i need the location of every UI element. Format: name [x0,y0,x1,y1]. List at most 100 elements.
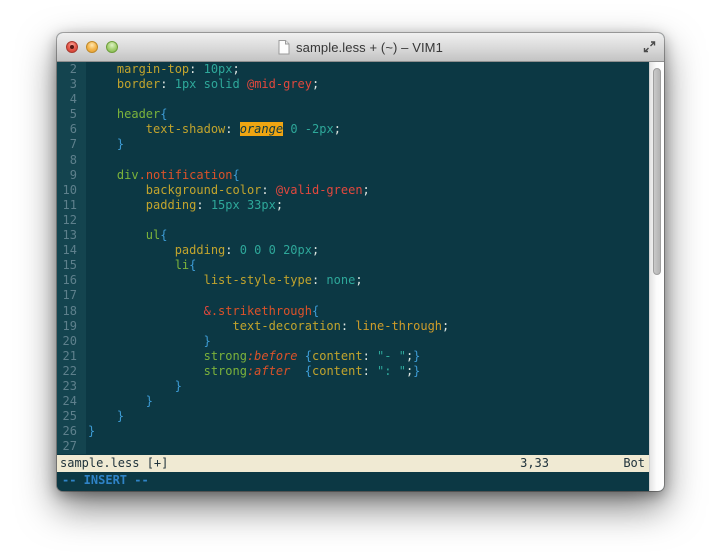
code-line: 19 text-decoration: line-through; [57,319,649,334]
code-text: border: 1px solid @mid-grey; [86,77,649,92]
code-text: ul{ [86,228,649,243]
line-number: 26 [57,424,86,439]
code-line: 14 padding: 0 0 0 20px; [57,243,649,258]
line-number: 4 [57,92,86,107]
code-text [86,213,649,228]
code-text: } [86,379,649,394]
close-button[interactable] [66,41,78,53]
status-bar: sample.less [+] 3,33 Bot [57,455,649,472]
code-text: background-color: @valid-green; [86,183,649,198]
code-text: padding: 0 0 0 20px; [86,243,649,258]
line-number: 15 [57,258,86,273]
code-text: header{ [86,107,649,122]
cursor-position: 3,33 [520,455,549,472]
titlebar[interactable]: sample.less + (~) – VIM1 [57,33,664,62]
code-line: 25 } [57,409,649,424]
line-number: 11 [57,198,86,213]
code-line: 22 strong:after {content: ": ";} [57,364,649,379]
code-text: padding: 15px 33px; [86,198,649,213]
code-line: 26} [57,424,649,439]
code-text: div.notification{ [86,168,649,183]
line-number: 17 [57,288,86,303]
code-text [86,153,649,168]
code-line: 16 list-style-type: none; [57,273,649,288]
document-icon [278,40,290,55]
code-line: 7 } [57,137,649,152]
line-number: 20 [57,334,86,349]
code-line: 6 text-shadow: orange 0 -2px; [57,122,649,137]
command-line[interactable]: -- INSERT -- [57,472,649,491]
code-text: text-decoration: line-through; [86,319,649,334]
title-group: sample.less + (~) – VIM1 [278,40,443,55]
traffic-lights [66,33,118,61]
window-title: sample.less + (~) – VIM1 [296,40,443,55]
code-text: margin-top: 10px; [86,62,649,77]
code-text [86,439,649,454]
code-text [86,92,649,107]
line-number: 2 [57,62,86,77]
code-line: 27 [57,439,649,454]
line-number: 25 [57,409,86,424]
code-line: 17 [57,288,649,303]
line-number: 16 [57,273,86,288]
code-line: 18 &.strikethrough{ [57,304,649,319]
line-number: 8 [57,153,86,168]
code-text: text-shadow: orange 0 -2px; [86,122,649,137]
line-number: 24 [57,394,86,409]
fullscreen-icon[interactable] [643,41,656,54]
line-number: 27 [57,439,86,454]
line-number: 13 [57,228,86,243]
code-line: 15 li{ [57,258,649,273]
code-line: 23 } [57,379,649,394]
line-number: 18 [57,304,86,319]
code-line: 9 div.notification{ [57,168,649,183]
line-number: 23 [57,379,86,394]
desktop: sample.less + (~) – VIM1 2 margin-top: 1… [0,0,720,559]
code-line: 4 [57,92,649,107]
code-line: 20 } [57,334,649,349]
code-text: } [86,334,649,349]
scrollbar[interactable] [649,62,664,491]
code-text: } [86,137,649,152]
code-line: 21 strong:before {content: "- ";} [57,349,649,364]
scroll-position: Bot [623,455,645,472]
modified-dot-icon [70,45,74,49]
code-text: &.strikethrough{ [86,304,649,319]
code-line: 11 padding: 15px 33px; [57,198,649,213]
code-line: 24 } [57,394,649,409]
line-number: 21 [57,349,86,364]
code-text: list-style-type: none; [86,273,649,288]
line-number: 10 [57,183,86,198]
code-text: } [86,409,649,424]
line-number: 14 [57,243,86,258]
code-text: } [86,424,649,439]
code-text: strong:before {content: "- ";} [86,349,649,364]
code-line: 2 margin-top: 10px; [57,62,649,77]
zoom-button[interactable] [106,41,118,53]
line-number: 5 [57,107,86,122]
code-line: 13 ul{ [57,228,649,243]
editor[interactable]: 2 margin-top: 10px;3 border: 1px solid @… [57,62,649,455]
code-line: 5 header{ [57,107,649,122]
code-text: li{ [86,258,649,273]
line-number: 6 [57,122,86,137]
status-filename: sample.less [+] [60,456,168,470]
line-number: 19 [57,319,86,334]
code-line: 10 background-color: @valid-green; [57,183,649,198]
editor-column: 2 margin-top: 10px;3 border: 1px solid @… [57,62,649,491]
line-number: 22 [57,364,86,379]
code-text [86,288,649,303]
code-line: 8 [57,153,649,168]
code-line: 12 [57,213,649,228]
line-number: 9 [57,168,86,183]
line-number: 3 [57,77,86,92]
code-text: } [86,394,649,409]
vim-window: sample.less + (~) – VIM1 2 margin-top: 1… [57,33,664,491]
line-number: 7 [57,137,86,152]
mode-indicator: -- INSERT -- [62,473,149,487]
line-number: 12 [57,213,86,228]
scrollbar-thumb[interactable] [653,68,661,275]
code-line: 3 border: 1px solid @mid-grey; [57,77,649,92]
minimize-button[interactable] [86,41,98,53]
window-body: 2 margin-top: 10px;3 border: 1px solid @… [57,62,664,491]
